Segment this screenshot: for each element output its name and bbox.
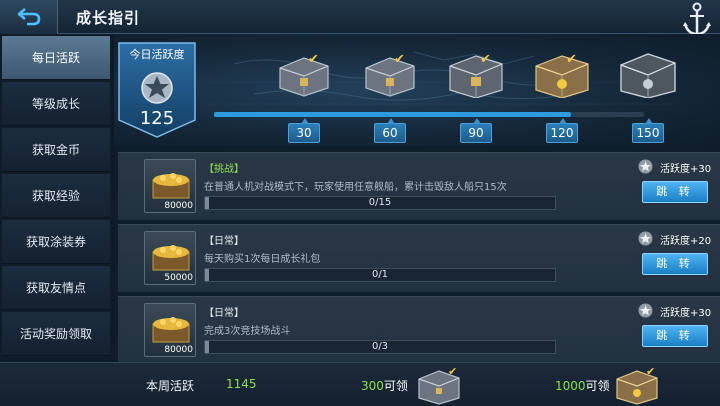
reward-amount: 80000 [164,345,193,355]
go-button[interactable]: 跳 转 [642,181,708,203]
task-points: 活跃度+30 [638,303,718,319]
sidebar-item-label: 获取金币 [31,143,80,157]
milestone-value: 90 [460,118,492,143]
task-points: 活跃度+30 [638,159,718,175]
weekly-reward-300-suffix: 可领 [383,379,408,393]
claimed-check-icon: ✔ [480,52,491,67]
weekly-reward-1000-label: 1000可领 [555,377,610,394]
task-description: 完成3次竞技场战斗 [204,326,291,337]
treasure-chest-icon [279,57,329,97]
sidebar-item-get-friend-points[interactable]: 获取友情点 [2,266,110,310]
weekly-reward-300-threshold: 300 [361,379,384,393]
milestone-150[interactable]: 150 [610,48,686,144]
task-points-label: 活跃度+20 [660,236,712,247]
top-bar: 成长指引 [0,0,720,36]
go-button[interactable]: 跳 转 [642,325,708,347]
task-row: 80000 【挑战】 在普通人机对战模式下，玩家使用任意舰船，累计击毁敌人船只1… [118,152,720,220]
task-progress-text: 0/3 [371,341,389,352]
today-activity-label: 今日活跃度 [129,48,185,61]
weekly-reward-1000-threshold: 1000 [555,379,586,393]
task-tag: 【挑战】 [204,164,244,175]
reward-amount: 80000 [164,201,193,211]
sidebar-item-label: 获取友情点 [25,281,86,295]
claimed-check-icon: ✔ [394,52,405,67]
sidebar-item-level-growth[interactable]: 等级成长 [2,82,110,126]
today-activity-badge: 今日活跃度 125 [118,42,196,138]
task-row: 80000 【日常】 完成3次竞技场战斗 0/3 活跃度+30 跳 转 [118,296,720,364]
weekly-activity-value: 1145 [226,377,257,391]
task-tag: 【日常】 [204,236,244,247]
reward-gold-icon: 50000 [144,231,196,285]
treasure-chest-icon [535,55,589,98]
task-description: 在普通人机对战模式下，玩家使用任意舰船，累计击毁敌人船只15次 [204,182,507,193]
task-progress-text: 0/1 [371,269,389,280]
reward-amount: 50000 [164,273,193,283]
weekly-chest-1000-icon[interactable]: ✔ [614,365,660,405]
task-progress-text: 0/15 [368,197,392,208]
back-button[interactable] [0,0,58,34]
claimed-check-icon: ✔ [308,52,319,67]
task-progress-bar: 0/1 [204,268,556,282]
reward-gold-icon: 80000 [144,159,196,213]
reward-gold-icon: 80000 [144,303,196,357]
sidebar-item-label: 每日活跃 [31,51,80,65]
svg-text:✔: ✔ [646,365,655,378]
weekly-chest-300-icon[interactable]: ✔ [416,365,462,405]
milestone-value: 120 [546,118,578,143]
sidebar-item-event-rewards[interactable]: 活动奖励领取 [2,312,110,356]
task-description: 每天购买1次每日成长礼包 [204,254,321,265]
milestone-120[interactable]: ✔ 120 [524,48,600,144]
task-points: 活跃度+20 [638,231,718,247]
go-button[interactable]: 跳 转 [642,253,708,275]
weekly-reward-300-label: 300可领 [361,377,408,394]
weekly-activity-bar: 本周活跃 1145 300可领 ✔ 1000可领 ✔ [0,362,720,406]
star-icon [638,231,653,246]
sidebar-item-daily-activity[interactable]: 每日活跃 [2,36,110,80]
main-panel: 今日活跃度 125 ✔ 30 ✔ 60 ✔ 90 ✔ 120 150 80000… [114,34,720,364]
task-row: 50000 【日常】 每天购买1次每日成长礼包 0/1 活跃度+20 跳 转 [118,224,720,292]
milestone-value: 30 [288,118,320,143]
svg-text:✔: ✔ [448,365,457,378]
back-arrow-icon [17,8,40,26]
gold-chest-icon [152,173,190,199]
star-icon [638,159,653,174]
treasure-chest-icon [365,57,415,97]
task-progress-bar: 0/15 [204,196,556,210]
task-progress-bar: 0/3 [204,340,556,354]
claimed-check-icon: ✔ [566,52,577,67]
milestone-value: 150 [632,118,664,143]
sidebar-item-label: 活动奖励领取 [19,327,92,341]
milestone-30[interactable]: ✔ 30 [266,48,342,144]
sidebar-item-label: 等级成长 [31,97,80,111]
sidebar: 每日活跃 等级成长 获取金币 获取经验 获取涂装券 获取友情点 活动奖励领取 [0,34,112,362]
today-activity-value: 125 [139,108,175,129]
gold-chest-icon [152,245,190,271]
milestone-90[interactable]: ✔ 90 [438,48,514,144]
task-points-label: 活跃度+30 [660,164,712,175]
sidebar-item-get-exp[interactable]: 获取经验 [2,174,110,218]
sidebar-item-get-gold[interactable]: 获取金币 [2,128,110,172]
gold-chest-icon [152,317,190,343]
star-icon [638,303,653,318]
sidebar-item-label: 获取经验 [31,189,80,203]
weekly-reward-1000-suffix: 可领 [585,379,610,393]
milestone-value: 60 [374,118,406,143]
activity-header: 今日活跃度 125 ✔ 30 ✔ 60 ✔ 90 ✔ 120 150 [114,34,720,146]
page-title: 成长指引 [76,9,141,27]
sidebar-item-label: 获取涂装券 [25,235,86,249]
treasure-chest-icon [449,55,503,98]
weekly-activity-label: 本周活跃 [146,379,195,393]
milestone-60[interactable]: ✔ 60 [352,48,428,144]
sidebar-item-get-paint-voucher[interactable]: 获取涂装券 [2,220,110,264]
treasure-chest-icon [620,53,676,98]
task-points-label: 活跃度+30 [660,308,712,319]
task-tag: 【日常】 [204,308,244,319]
